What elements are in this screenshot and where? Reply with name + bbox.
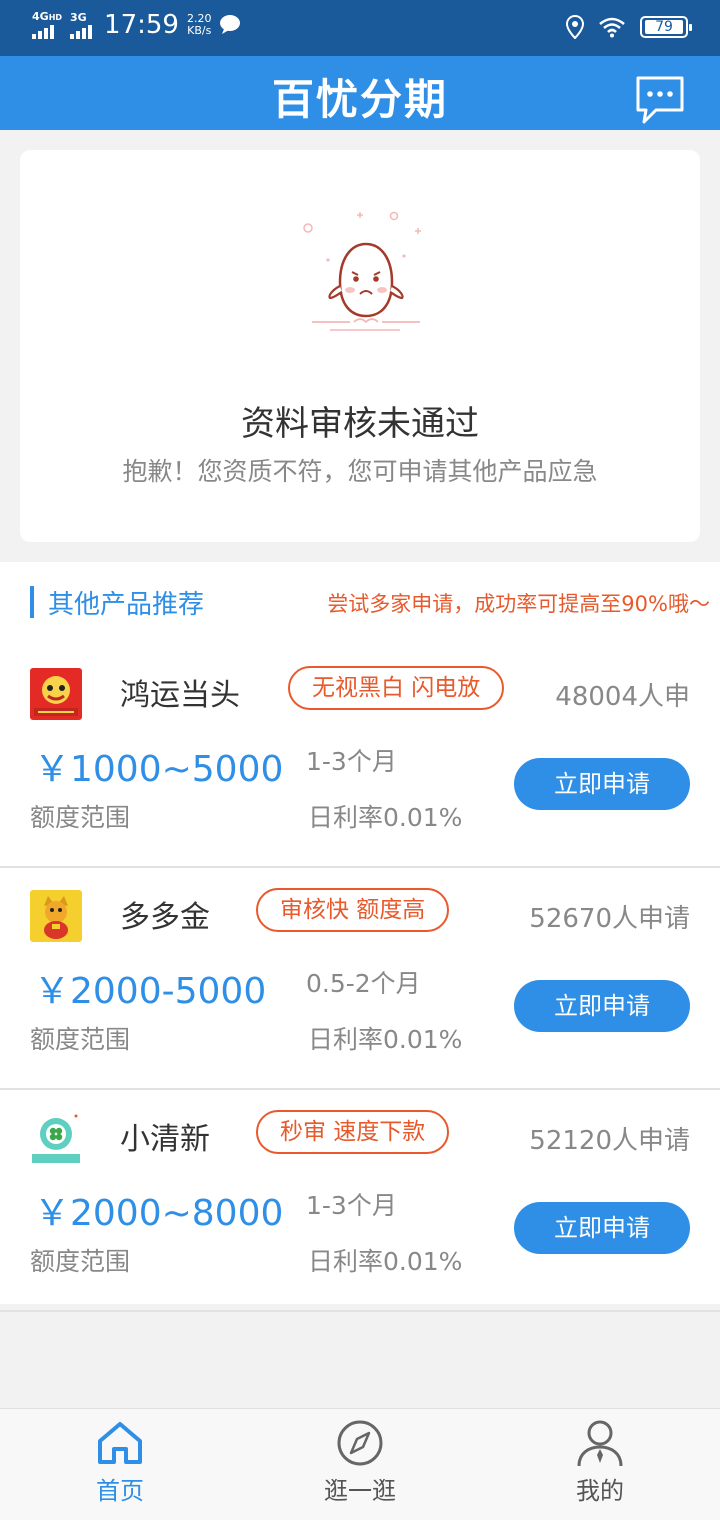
daily-rate: 日利率0.01% — [308, 1247, 463, 1276]
daily-rate: 日利率0.01% — [308, 803, 463, 832]
product-item[interactable]: 多多金 审核快 额度高 52670人申请 ￥2000-5000 额度范围 0.5… — [0, 868, 720, 1090]
recommend-header: 其他产品推荐 尝试多家申请，成功率可提高至90%哦～ — [30, 584, 710, 620]
product-name: 小清新 — [120, 1122, 210, 1157]
product-item[interactable]: 鸿运当头 无视黑白 闪电放 48004人申 ￥1000~5000 额度范围 1-… — [0, 646, 720, 868]
apply-button[interactable]: 立即申请 — [514, 1202, 690, 1254]
signal-bars-icon — [32, 25, 54, 39]
result-subtitle: 抱歉！您资质不符，您可申请其他产品应急 — [122, 457, 598, 486]
tab-home[interactable]: 首页 — [40, 1419, 200, 1515]
apply-button[interactable]: 立即申请 — [514, 980, 690, 1032]
product-tag: 无视黑白 闪电放 — [288, 666, 505, 710]
compass-icon — [337, 1420, 383, 1466]
apply-button[interactable]: 立即申请 — [514, 758, 690, 810]
network-type-1: 4G — [32, 10, 49, 23]
amount-range: ￥1000~5000 — [34, 749, 284, 790]
applicant-count: 48004人申 — [555, 682, 690, 712]
tab-explore[interactable]: 逛一逛 — [280, 1419, 440, 1515]
amount-range-label: 额度范围 — [30, 1025, 131, 1054]
recommend-section: 其他产品推荐 尝试多家申请，成功率可提高至90%哦～ 鸿运当头 无视黑白 闪电放… — [0, 562, 720, 1312]
tab-mine[interactable]: 我的 — [520, 1419, 680, 1515]
product-name: 多多金 — [120, 900, 210, 935]
status-right: 79 — [566, 15, 692, 39]
chat-notification-icon — [220, 15, 241, 34]
bottom-tab-bar: 首页 逛一逛 我的 — [0, 1408, 720, 1520]
product-logo-cat-icon — [30, 890, 82, 942]
message-icon[interactable] — [634, 74, 686, 126]
tab-mine-label: 我的 — [576, 1477, 624, 1505]
status-bar: 4GHD 3G 17:59 2.20 KB/s 79 — [0, 0, 720, 56]
home-icon — [98, 1422, 142, 1464]
sad-mascot-illustration — [303, 211, 421, 331]
speed-unit: KB/s — [187, 24, 212, 37]
applicant-count: 52670人申请 — [529, 904, 690, 934]
user-icon — [577, 1420, 623, 1467]
wifi-icon — [599, 17, 625, 38]
battery-icon: 79 — [640, 16, 692, 38]
daily-rate: 日利率0.01% — [308, 1025, 463, 1054]
product-logo-lion-icon — [30, 668, 82, 720]
amount-range: ￥2000-5000 — [34, 971, 267, 1012]
battery-level: 79 — [645, 20, 683, 34]
product-logo-clover-icon — [30, 1112, 82, 1164]
recommend-title: 其他产品推荐 — [48, 590, 205, 620]
tab-explore-label: 逛一逛 — [324, 1477, 396, 1505]
signal-4g: 4GHD — [32, 11, 62, 39]
review-result-card: 资料审核未通过 抱歉！您资质不符，您可申请其他产品应急 — [20, 150, 700, 542]
amount-range-label: 额度范围 — [30, 803, 131, 832]
status-left: 4GHD 3G 17:59 2.20 KB/s — [32, 10, 241, 40]
product-tag: 秒审 速度下款 — [256, 1110, 450, 1154]
result-title: 资料审核未通过 — [241, 404, 479, 444]
product-tag: 审核快 额度高 — [256, 888, 450, 932]
section-accent-bar — [30, 586, 34, 618]
amount-range: ￥2000~8000 — [34, 1193, 284, 1234]
recommend-tip: 尝试多家申请，成功率可提高至90%哦～ — [327, 592, 710, 616]
loan-term: 1-3个月 — [306, 747, 397, 776]
app-header: 百忧分期 — [0, 56, 720, 130]
loan-term: 0.5-2个月 — [306, 969, 421, 998]
tab-home-label: 首页 — [96, 1477, 144, 1505]
page-title: 百忧分期 — [271, 75, 448, 124]
location-icon — [566, 15, 584, 39]
applicant-count: 52120人申请 — [529, 1126, 690, 1156]
amount-range-label: 额度范围 — [30, 1247, 131, 1276]
signal-bars-icon — [70, 24, 93, 39]
network-type-2: 3G — [70, 10, 87, 24]
signal-3g: 3G — [70, 10, 93, 39]
product-item[interactable]: 小清新 秒审 速度下款 52120人申请 ￥2000~8000 额度范围 1-3… — [0, 1090, 720, 1312]
loan-term: 1-3个月 — [306, 1191, 397, 1220]
network-speed: 2.20 KB/s — [187, 13, 212, 37]
network-hd-label: HD — [48, 13, 63, 22]
clock: 17:59 — [104, 10, 179, 40]
product-name: 鸿运当头 — [120, 678, 240, 713]
